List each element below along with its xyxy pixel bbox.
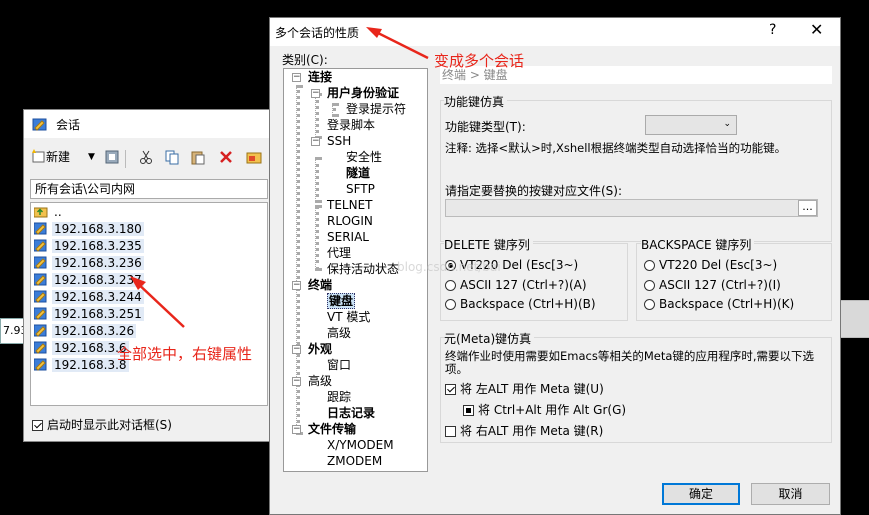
annotation-arrows bbox=[130, 27, 429, 328]
annotation-title-note: 变成多个会话 bbox=[434, 52, 525, 70]
arrow-to-title-head bbox=[366, 27, 382, 38]
annotation-list-note: 全部选中，右键属性 bbox=[117, 345, 253, 363]
arrow-to-list bbox=[133, 279, 185, 328]
